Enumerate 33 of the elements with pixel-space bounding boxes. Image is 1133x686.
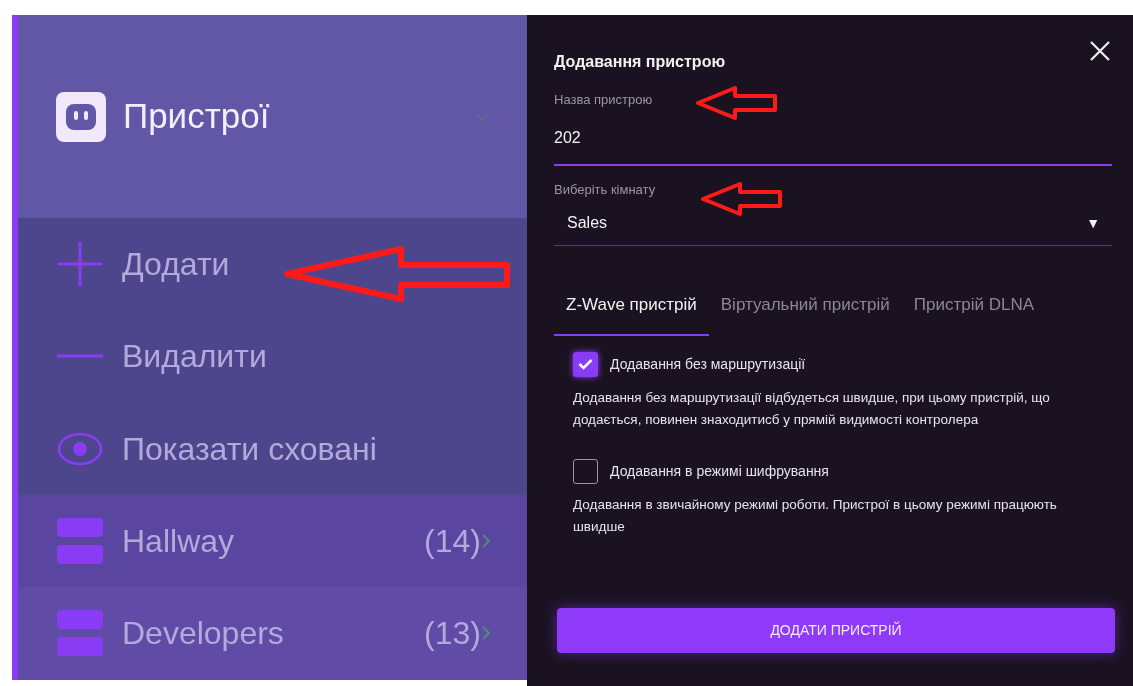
checkbox-label[interactable]: Додавання без маршрутизації [610,353,806,375]
checkbox[interactable] [573,351,598,377]
plus-icon [57,241,103,288]
minus-icon [57,354,103,359]
option-description: Додавання без маршрутизації відбудеться швидше, при цьому пристрій, що додається, повинен знаходитисб у прямій видимості контролера [573,388,1051,429]
tab[interactable]: Пристрій DLNA [901,292,1047,336]
layers-icon [57,610,103,656]
check-icon [578,358,593,370]
plug-icon [56,91,106,142]
menu-item[interactable]: Показати сховані [122,424,377,473]
menu-item[interactable]: Додати [122,240,230,289]
eye-icon [57,431,103,466]
room-name: Hallway [122,522,235,561]
room-row[interactable]: Hallway (14) [18,495,527,587]
tab[interactable]: Z-Wave пристрій [554,292,709,336]
checkbox[interactable] [573,458,598,484]
close-icon [1089,40,1111,62]
chevron-icon [481,533,491,549]
checkbox-label[interactable]: Додавання в режимі шифрування [610,460,829,482]
add-device-button[interactable]: ДОДАТИ ПРИСТРІЙ [557,608,1115,653]
room-count: (13) [424,614,481,653]
tab[interactable]: Віртуальний пристрій [708,292,902,336]
close-button[interactable] [1089,40,1111,62]
layers-icon [57,518,103,564]
dialog-title: Додавання пристрою [554,52,727,72]
option-description: Додавання в звичайному режимі роботи. Пристрої в цьому режимі працюють швидше [573,495,1058,536]
room-count: (14) [424,522,481,561]
chevron-icon [481,625,491,641]
room-name: Developers [122,614,284,653]
name-field[interactable]: Назва пристрою 202 [554,90,1112,166]
menu-item[interactable]: Видалити [122,332,267,381]
room-select[interactable]: Виберіть кімнату Sales ▼ [554,179,1112,246]
sidebar-title: Пристрої [123,95,270,138]
